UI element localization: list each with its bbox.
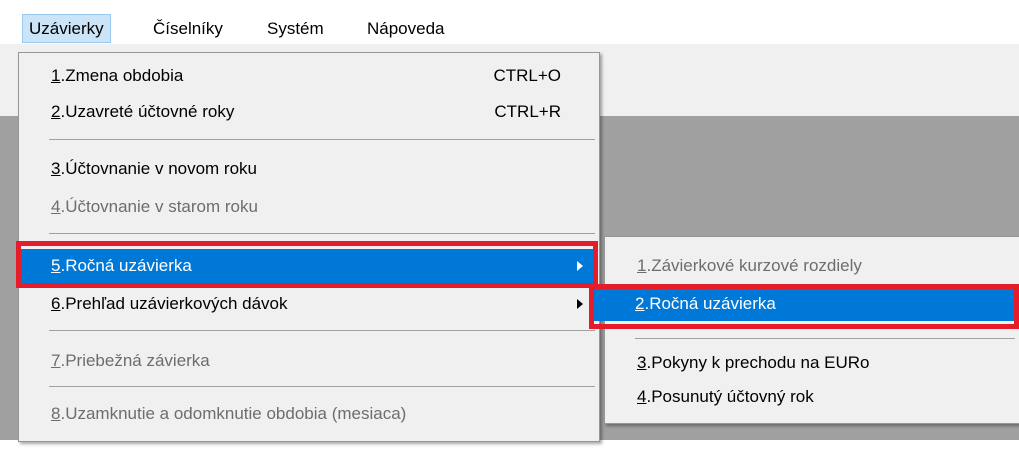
menu-item-label: .Účtovnanie v starom roku — [60, 197, 258, 216]
menu-item-priebezna-zavierka: 7.Priebežná závierka — [21, 344, 597, 378]
menu-item-label: .Priebežná závierka — [60, 351, 210, 370]
menu-separator — [49, 233, 595, 234]
submenu-item-zavierkove-kurzove-rozdiely: 1.Závierkové kurzové rozdiely — [607, 249, 1017, 283]
menu-item-uctovnanie-stary-rok: 4.Účtovnanie v starom roku — [21, 190, 597, 224]
menu-item-label: .Ročná uzávierka — [60, 256, 192, 275]
menu-item-label: .Zmena obdobia — [60, 66, 184, 85]
menu-separator — [49, 386, 595, 387]
menu-item-rocna-uzavierka[interactable]: 5.Ročná uzávierka — [21, 249, 597, 283]
submenu-arrow-icon — [577, 261, 583, 271]
bottom-strip — [0, 440, 1019, 456]
menu-napoveda[interactable]: Nápoveda — [361, 15, 451, 42]
menu-separator — [49, 330, 595, 331]
menu-item-prehlad-uzavierkovych-davok[interactable]: 6.Prehľad uzávierkových dávok — [21, 287, 597, 321]
menu-item-label: .Uzamknutie a odomknutie obdobia (mesiac… — [60, 404, 407, 423]
submenu-item-pokyny-euro[interactable]: 3.Pokyny k prechodu na EURo — [607, 346, 1017, 380]
menu-item-label: .Závierkové kurzové rozdiely — [646, 256, 862, 275]
menu-system[interactable]: Systém — [261, 15, 330, 42]
menu-bar: Uzávierky Číselníky Systém Nápoveda — [0, 0, 1019, 44]
menu-item-label: .Účtovnanie v novom roku — [60, 159, 258, 178]
menu-item-uzamknutie-obdobia: 8.Uzamknutie a odomknutie obdobia (mesia… — [21, 397, 597, 431]
menu-separator — [635, 338, 1015, 339]
menu-item-label: .Uzavreté účtovné roky — [60, 102, 235, 121]
menu-ciselniky[interactable]: Číselníky — [147, 15, 229, 42]
submenu-arrow-icon — [577, 299, 583, 309]
menu-item-label: .Posunutý účtovný rok — [646, 387, 814, 406]
menu-item-label: .Prehľad uzávierkových dávok — [60, 294, 288, 313]
uzavierky-dropdown-menu: 1.Zmena obdobia CTRL+O 2.Uzavreté účtovn… — [18, 52, 600, 442]
menu-item-label: .Pokyny k prechodu na EURo — [646, 353, 870, 372]
submenu-item-posunuty-uctovny-rok[interactable]: 4.Posunutý účtovný rok — [607, 380, 1017, 414]
menu-item-uctovnanie-novy-rok[interactable]: 3.Účtovnanie v novom roku — [21, 152, 597, 186]
menu-item-uzavrete-uctovne-roky[interactable]: 2.Uzavreté účtovné roky CTRL+R — [21, 95, 597, 129]
menu-item-label: .Ročná uzávierka — [644, 294, 776, 313]
shortcut-label: CTRL+O — [493, 66, 561, 85]
menu-separator — [49, 139, 595, 140]
submenu-item-rocna-uzavierka[interactable]: 2.Ročná uzávierka — [593, 287, 1019, 321]
shortcut-label: CTRL+R — [494, 102, 561, 121]
menu-item-zmena-obdobia[interactable]: 1.Zmena obdobia CTRL+O — [21, 59, 597, 93]
rocna-uzavierka-submenu: 1.Závierkové kurzové rozdiely 2.Ročná uz… — [593, 236, 1019, 424]
menu-uzavierky[interactable]: Uzávierky — [22, 14, 111, 43]
